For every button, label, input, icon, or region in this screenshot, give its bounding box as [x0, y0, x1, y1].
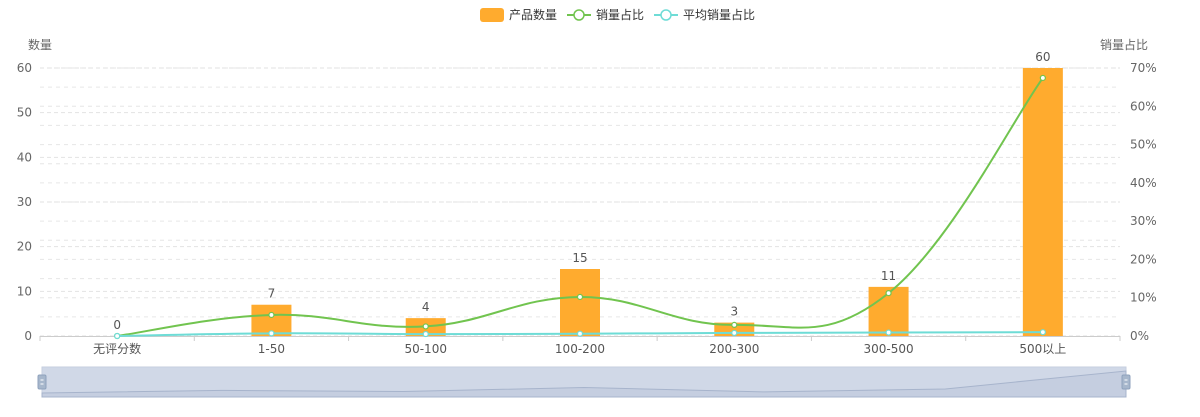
data-zoom-slider[interactable]: [37, 366, 1131, 398]
line-point[interactable]: [885, 329, 892, 336]
line-point[interactable]: [114, 332, 121, 340]
x-tick-label: 100-200: [555, 342, 605, 356]
left-tick-label: 20: [17, 240, 32, 254]
left-tick-label: 10: [17, 284, 32, 298]
bar-data-label: 60: [1035, 50, 1050, 64]
left-tick-label: 40: [17, 150, 32, 164]
right-tick-label: 60%: [1130, 99, 1157, 113]
legend-bar-swatch: [480, 8, 504, 22]
x-tick-label: 500以上: [1019, 342, 1066, 356]
left-tick-label: 30: [17, 195, 32, 209]
chart-legend[interactable]: 产品数量 销量占比 平均销量占比: [480, 7, 755, 22]
line-point[interactable]: [422, 323, 429, 330]
zoom-handle-right[interactable]: [1121, 374, 1131, 390]
zoom-handle-left[interactable]: [37, 374, 47, 390]
legend-item[interactable]: 销量占比: [567, 7, 644, 22]
legend-line-marker: [573, 9, 585, 21]
line-point[interactable]: [422, 330, 429, 338]
line-point[interactable]: [885, 290, 892, 297]
legend-label: 平均销量占比: [683, 7, 755, 22]
legend-item[interactable]: 产品数量: [480, 7, 557, 22]
legend-line-marker: [660, 9, 672, 21]
left-axis-title: 数量: [28, 37, 52, 52]
bar-data-label: 11: [881, 269, 896, 283]
bar-data-label: 4: [422, 300, 430, 314]
line-point[interactable]: [1039, 329, 1046, 336]
line-point[interactable]: [576, 330, 584, 337]
combo-chart: 产品数量 销量占比 平均销量占比 数量 销量占比 0102030405060 0%1…: [17, 7, 1157, 398]
right-axis-ticks: 0% 10% 20% 30% 40% 50% 60% 70%: [1130, 61, 1157, 343]
right-tick-label: 70%: [1130, 61, 1157, 75]
legend-item[interactable]: 平均销量占比: [654, 7, 755, 22]
x-tick-label: 1-50: [258, 342, 285, 356]
right-tick-label: 10%: [1130, 291, 1157, 305]
bar-data-label: 0: [113, 318, 121, 332]
line-point[interactable]: [1039, 74, 1046, 82]
right-tick-label: 50%: [1130, 138, 1157, 152]
x-tick-label: 200-300: [709, 342, 759, 356]
line-point[interactable]: [731, 321, 738, 328]
right-tick-label: 0%: [1130, 329, 1149, 343]
line-point[interactable]: [268, 311, 275, 319]
x-tick-label: 无评分数: [93, 341, 141, 356]
x-tick-label: 50-100: [404, 342, 447, 356]
line-point[interactable]: [576, 293, 584, 301]
bar-data-label: 15: [572, 251, 587, 265]
zoom-handle-grip[interactable]: [1121, 374, 1131, 390]
left-tick-label: 50: [17, 106, 32, 120]
legend-label: 产品数量: [509, 7, 557, 22]
bar-data-label: 7: [268, 287, 276, 301]
x-axis: 无评分数 1-50 50-100 100-200 200-300 300-500 500以上: [39, 336, 1121, 356]
bar-data-label: 3: [730, 305, 738, 319]
zoom-handle-grip[interactable]: [37, 374, 47, 390]
left-tick-label: 0: [24, 329, 32, 343]
x-tick-label: 300-500: [864, 342, 914, 356]
left-axis-ticks: 0 10 20 30 40 50 60: [17, 61, 32, 343]
line-point[interactable]: [731, 329, 738, 337]
right-tick-label: 40%: [1130, 176, 1157, 190]
right-axis-title: 销量占比: [1100, 37, 1148, 52]
legend-label: 销量占比: [596, 7, 644, 22]
bar[interactable]: [1022, 68, 1063, 336]
line-point[interactable]: [268, 330, 275, 337]
bar[interactable]: [560, 269, 600, 336]
right-tick-label: 30%: [1130, 214, 1157, 228]
left-tick-label: 60: [17, 61, 32, 75]
right-tick-label: 20%: [1130, 252, 1157, 266]
